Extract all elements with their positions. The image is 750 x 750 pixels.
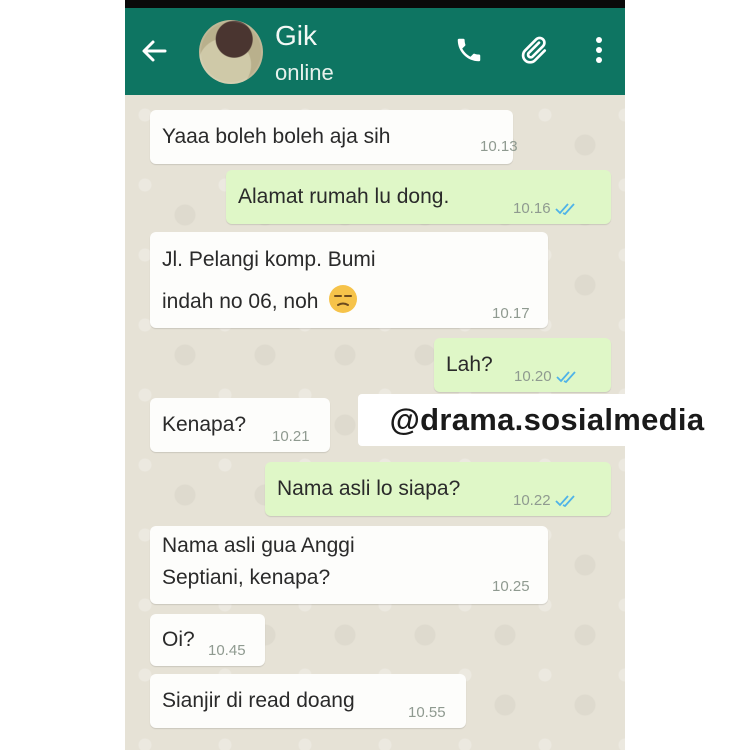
message-time: 10.21 — [272, 428, 310, 445]
message-text-line-1: Nama asli gua Anggi — [162, 534, 355, 557]
read-tick-icon — [555, 371, 576, 384]
contact-status: online — [275, 60, 334, 85]
message-time: 10.55 — [408, 704, 446, 721]
message-text: Yaaa boleh boleh aja sih — [162, 125, 391, 148]
message-text: Sianjir di read doang — [162, 689, 355, 712]
read-tick-icon — [554, 495, 575, 508]
status-bar — [125, 0, 625, 8]
message-text: Oi? — [162, 628, 195, 651]
message-incoming[interactable]: Jl. Pelangi komp. Bumi indah no 06, noh … — [150, 232, 548, 328]
phone-screen: Gik online Yaaa boleh boleh aja sih 10.1… — [125, 0, 625, 750]
message-text: Nama asli lo siapa? — [277, 477, 461, 500]
message-outgoing[interactable]: Lah? 10.20 — [434, 338, 611, 392]
message-time: 10.25 — [492, 578, 530, 595]
message-text-line-2: indah no 06, noh — [162, 280, 358, 323]
message-text: Lah? — [446, 353, 493, 376]
back-arrow-icon[interactable] — [137, 34, 171, 68]
message-time: 10.20 — [514, 368, 578, 385]
unamused-face-icon — [329, 285, 358, 313]
read-tick-icon — [554, 203, 575, 216]
message-incoming[interactable]: Sianjir di read doang 10.55 — [150, 674, 466, 728]
paperclip-icon[interactable] — [515, 32, 551, 68]
message-time: 10.45 — [208, 642, 246, 659]
message-text: Alamat rumah lu dong. — [238, 185, 450, 208]
more-options-icon[interactable] — [581, 32, 617, 68]
message-text-line-2: Septiani, kenapa? — [162, 566, 331, 589]
message-text-line-2-label: indah no 06, noh — [162, 290, 319, 313]
contact-name[interactable]: Gik — [275, 20, 317, 52]
message-text: Kenapa? — [162, 413, 247, 436]
message-time-label: 10.22 — [513, 492, 551, 509]
message-incoming[interactable]: Kenapa? 10.21 — [150, 398, 330, 452]
message-outgoing[interactable]: Alamat rumah lu dong. 10.16 — [226, 170, 611, 224]
message-outgoing[interactable]: Nama asli lo siapa? 10.22 — [265, 462, 611, 516]
message-time: 10.16 — [513, 200, 577, 217]
message-incoming[interactable]: Yaaa boleh boleh aja sih 10.13 — [150, 110, 518, 164]
message-time: 10.13 — [480, 138, 518, 155]
message-incoming[interactable]: Oi? 10.45 — [150, 614, 265, 666]
message-time-label: 10.20 — [514, 368, 552, 385]
message-time: 10.17 — [492, 305, 530, 322]
message-incoming[interactable]: Nama asli gua Anggi Septiani, kenapa? 10… — [150, 526, 548, 604]
watermark: @drama.sosialmedia — [358, 394, 736, 446]
message-text-line-1: Jl. Pelangi komp. Bumi — [162, 248, 376, 271]
avatar[interactable] — [199, 20, 263, 84]
message-time: 10.22 — [513, 492, 577, 509]
chat-header: Gik online — [125, 8, 625, 95]
message-time-label: 10.16 — [513, 200, 551, 217]
phone-call-icon[interactable] — [451, 32, 487, 68]
